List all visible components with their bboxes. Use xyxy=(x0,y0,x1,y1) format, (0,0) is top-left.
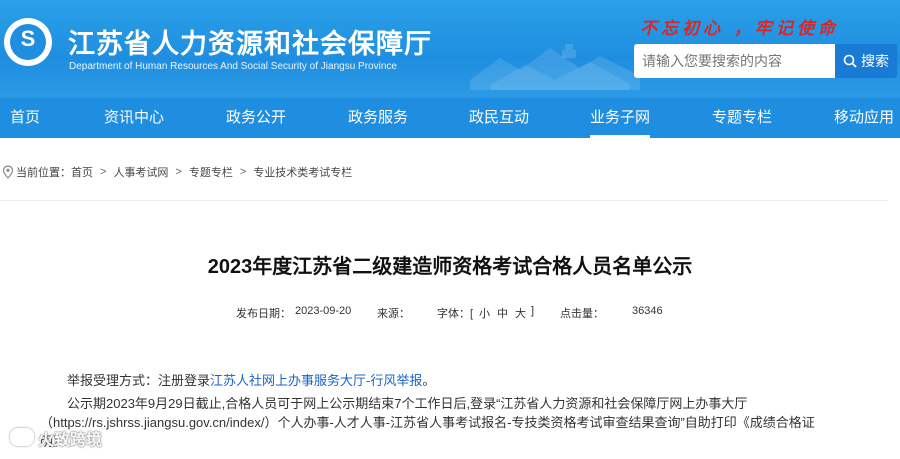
search-input[interactable] xyxy=(634,44,835,78)
site-header: S 江苏省人力资源和社会保障厅 Department of Human Reso… xyxy=(0,0,900,98)
breadcrumb-separator: > xyxy=(175,166,182,178)
breadcrumb: 当前位置： 首页 > 人事考试网 > 专题专栏 > 专业技术类考试专栏 xyxy=(0,160,352,184)
publish-date: 2023-09-20 xyxy=(295,305,352,317)
report-prefix: 举报受理方式：注册登录 xyxy=(67,373,211,388)
nav-item-news[interactable]: 资讯中心 xyxy=(104,98,164,138)
font-medium-button[interactable]: 中 xyxy=(497,305,508,321)
nav-item-gov-services[interactable]: 政务服务 xyxy=(348,98,408,138)
mountain-decoration-icon xyxy=(470,44,640,90)
search-button-label: 搜索 xyxy=(861,53,889,69)
site-logo[interactable]: S xyxy=(4,18,52,66)
font-size-close: ] xyxy=(531,305,535,317)
report-paragraph: 举报受理方式：注册登录江苏人社网上办事服务大厅-行风举报。 xyxy=(67,370,435,389)
hits-label: 点击量： xyxy=(560,308,604,320)
article-title: 2023年度江苏省二级建造师资格考试合格人员名单公示 xyxy=(207,256,693,278)
source-label: 来源： xyxy=(377,308,410,320)
nav-item-business-subnet[interactable]: 业务子网 xyxy=(590,98,651,138)
breadcrumb-item-exam-site[interactable]: 人事考试网 xyxy=(113,164,168,180)
breadcrumb-separator: > xyxy=(239,166,247,178)
breadcrumb-separator: > xyxy=(100,166,107,178)
breadcrumb-item-topics[interactable]: 专题专栏 xyxy=(189,164,233,180)
report-suffix: 。 xyxy=(422,373,436,388)
font-small-button[interactable]: 小 xyxy=(479,305,490,321)
hits-count: 36346 xyxy=(632,305,663,317)
site-title[interactable]: 江苏省人力资源和社会保障厅 xyxy=(68,22,432,61)
party-slogan: 不忘初心 ，牢记使命 xyxy=(640,19,839,39)
logo-letter: S xyxy=(20,26,36,51)
font-large-button[interactable]: 大 xyxy=(515,305,526,321)
nav-item-home[interactable]: 首页 xyxy=(10,98,40,138)
breadcrumb-item-home[interactable]: 首页 xyxy=(71,164,93,180)
site-title-english: Department of Human Resources And Social… xyxy=(69,61,397,72)
nav-item-interaction[interactable]: 政民互动 xyxy=(469,98,529,138)
location-pin-icon xyxy=(2,165,14,179)
nav-item-gov-affairs[interactable]: 政务公开 xyxy=(226,98,286,138)
report-link[interactable]: 江苏人社网上办事服务大厅-行风举报 xyxy=(210,373,422,388)
search-icon xyxy=(843,54,857,68)
font-size-label: 字体：[ xyxy=(437,308,474,320)
breadcrumb-prefix: 当前位置： xyxy=(16,167,71,179)
search-button[interactable]: 搜索 xyxy=(835,44,897,78)
publish-date-label: 发布日期： xyxy=(236,308,291,320)
main-nav: 首页 资讯中心 政务公开 政务服务 政民互动 业务子网 专题专栏 移动应用 xyxy=(0,98,900,138)
body-paragraph-line-1: 公示期2023年9月29日截止,合格人员可于网上公示期结束7个工作日后,登录“江… xyxy=(67,396,748,411)
breadcrumb-item-professional-exams[interactable]: 专业技术类考试专栏 xyxy=(253,164,352,180)
watermark-logo-icon xyxy=(10,428,34,446)
body-paragraph-line-2: （https://rs.jshrss.jiangsu.gov.cn/index/… xyxy=(40,415,815,430)
watermark-text: 火致跨境 xyxy=(38,432,103,449)
logo-emblem: S xyxy=(10,24,46,60)
nav-item-mobile-apps[interactable]: 移动应用 xyxy=(834,98,894,138)
nav-item-special-topics[interactable]: 专题专栏 xyxy=(712,98,772,138)
